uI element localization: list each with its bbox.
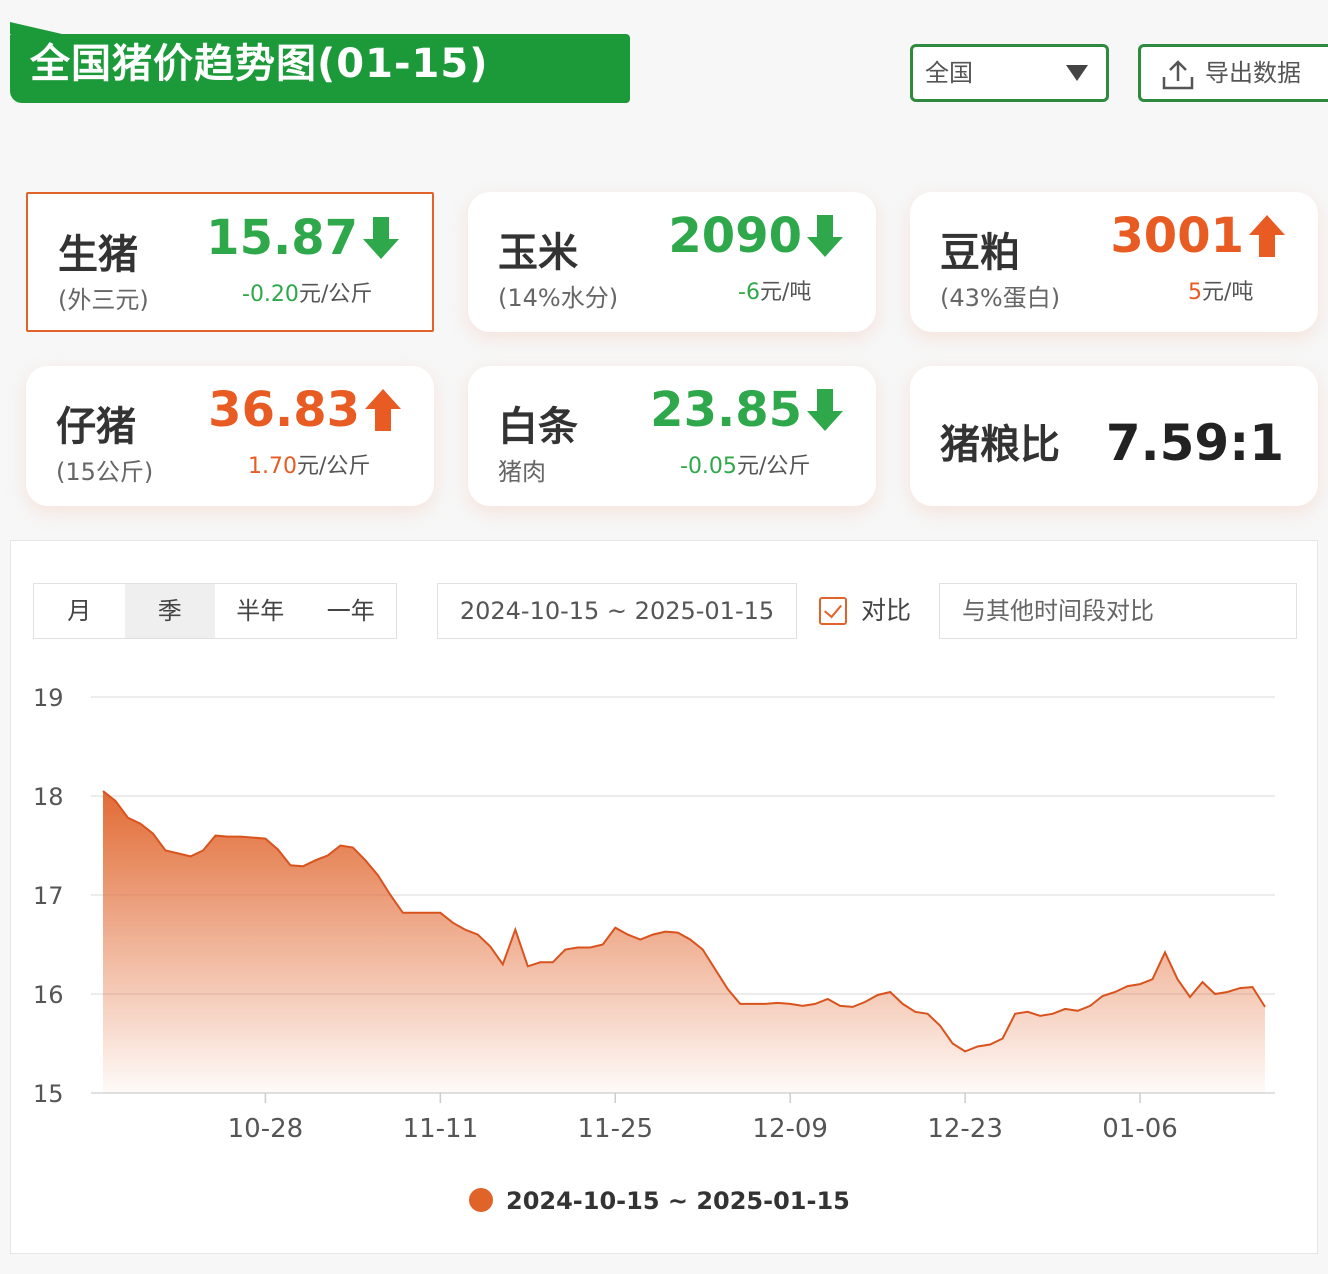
price-value: 3001: [1110, 208, 1244, 264]
arrow-down-icon: [807, 215, 843, 257]
card-price: 23.85: [650, 382, 844, 438]
change-unit: 元/吨: [1202, 280, 1254, 305]
card-name: 玉米: [498, 230, 578, 276]
card-hog-grain-ratio[interactable]: 猪粮比 7.59:1: [910, 366, 1318, 506]
caret-down-icon: [1066, 65, 1088, 81]
region-select[interactable]: 全国: [910, 44, 1109, 102]
price-value: 23.85: [650, 382, 802, 438]
export-data-button[interactable]: 导出数据: [1138, 44, 1328, 102]
page-title: 全国猪价趋势图(01-15): [30, 41, 489, 87]
card-change: 1.70元/公斤: [248, 448, 370, 480]
card-name: 白条: [498, 404, 578, 450]
change-value: -0.20: [242, 282, 299, 307]
change-value: 5: [1188, 280, 1202, 305]
card-name: 豆粕: [940, 230, 1020, 276]
card-subtitle: (外三元): [58, 286, 149, 314]
card-name: 生猪: [58, 232, 138, 278]
change-value: 1.70: [248, 454, 297, 479]
change-value: -6: [738, 280, 760, 305]
card-price: 2090: [668, 208, 844, 264]
card-subtitle: 猪肉: [498, 458, 546, 486]
x-tick-label: 10-28: [228, 1114, 304, 1144]
card-subtitle: (43%蛋白): [940, 284, 1061, 312]
card-live-hog[interactable]: 生猪 (外三元) 15.87 -0.20元/公斤: [26, 192, 434, 332]
y-tick-label: 15: [33, 1080, 64, 1108]
y-tick-label: 18: [33, 783, 64, 811]
card-corn[interactable]: 玉米 (14%水分) 2090 -6元/吨: [468, 192, 876, 332]
ratio-value: 7.59:1: [1105, 414, 1284, 472]
card-name: 仔猪: [56, 404, 136, 450]
x-tick-label: 11-25: [577, 1114, 653, 1144]
y-tick-label: 19: [33, 684, 64, 712]
x-tick-label: 01-06: [1102, 1114, 1178, 1144]
change-unit: 元/公斤: [736, 454, 811, 479]
card-subtitle: (15公斤): [56, 458, 154, 486]
y-tick-label: 16: [33, 981, 64, 1009]
region-select-value: 全国: [925, 59, 973, 87]
title-banner: 全国猪价趋势图(01-15): [10, 22, 630, 103]
change-unit: 元/公斤: [296, 454, 371, 479]
price-value: 15.87: [206, 210, 358, 266]
price-trend-chart: 15 16 17 18 19 10-28 11-11 11-25 12-09 12-23 01-0…: [33, 684, 1275, 1215]
card-price: 3001: [1110, 208, 1286, 264]
x-tick-label: 11-11: [403, 1114, 479, 1144]
legend-swatch: [469, 1188, 493, 1212]
card-carcass-pork[interactable]: 白条 猪肉 23.85 -0.05元/公斤: [468, 366, 876, 506]
price-value: 36.83: [208, 382, 360, 438]
card-soymeal[interactable]: 豆粕 (43%蛋白) 3001 5元/吨: [910, 192, 1318, 332]
legend-label[interactable]: 2024-10-15 ~ 2025-01-15: [506, 1187, 850, 1215]
price-value: 2090: [668, 208, 802, 264]
card-piglet[interactable]: 仔猪 (15公斤) 36.83 1.70元/公斤: [26, 366, 434, 506]
card-subtitle: (14%水分): [498, 284, 619, 312]
chart-panel: 月 季 半年 一年 2024-10-15 ~ 2025-01-15 对比 与其他…: [10, 540, 1318, 1254]
upload-icon: [1162, 60, 1194, 90]
card-change: -0.05元/公斤: [680, 448, 810, 480]
x-tick-label: 12-23: [927, 1114, 1003, 1144]
arrow-down-icon: [807, 389, 843, 431]
card-change: 5元/吨: [1188, 274, 1253, 306]
card-price: 36.83: [208, 382, 402, 438]
change-unit: 元/公斤: [298, 282, 373, 307]
card-price: 15.87: [206, 210, 400, 266]
card-name: 猪粮比: [940, 422, 1060, 468]
y-tick-label: 17: [33, 882, 64, 910]
export-data-label: 导出数据: [1205, 59, 1301, 87]
arrow-up-icon: [1249, 215, 1285, 257]
x-tick-label: 12-09: [752, 1114, 828, 1144]
arrow-down-icon: [363, 217, 399, 259]
card-change: -0.20元/公斤: [242, 276, 372, 308]
change-unit: 元/吨: [759, 280, 812, 305]
series-area: [103, 791, 1265, 1093]
card-change: -6元/吨: [738, 274, 811, 306]
arrow-up-icon: [365, 389, 401, 431]
change-value: -0.05: [680, 454, 737, 479]
